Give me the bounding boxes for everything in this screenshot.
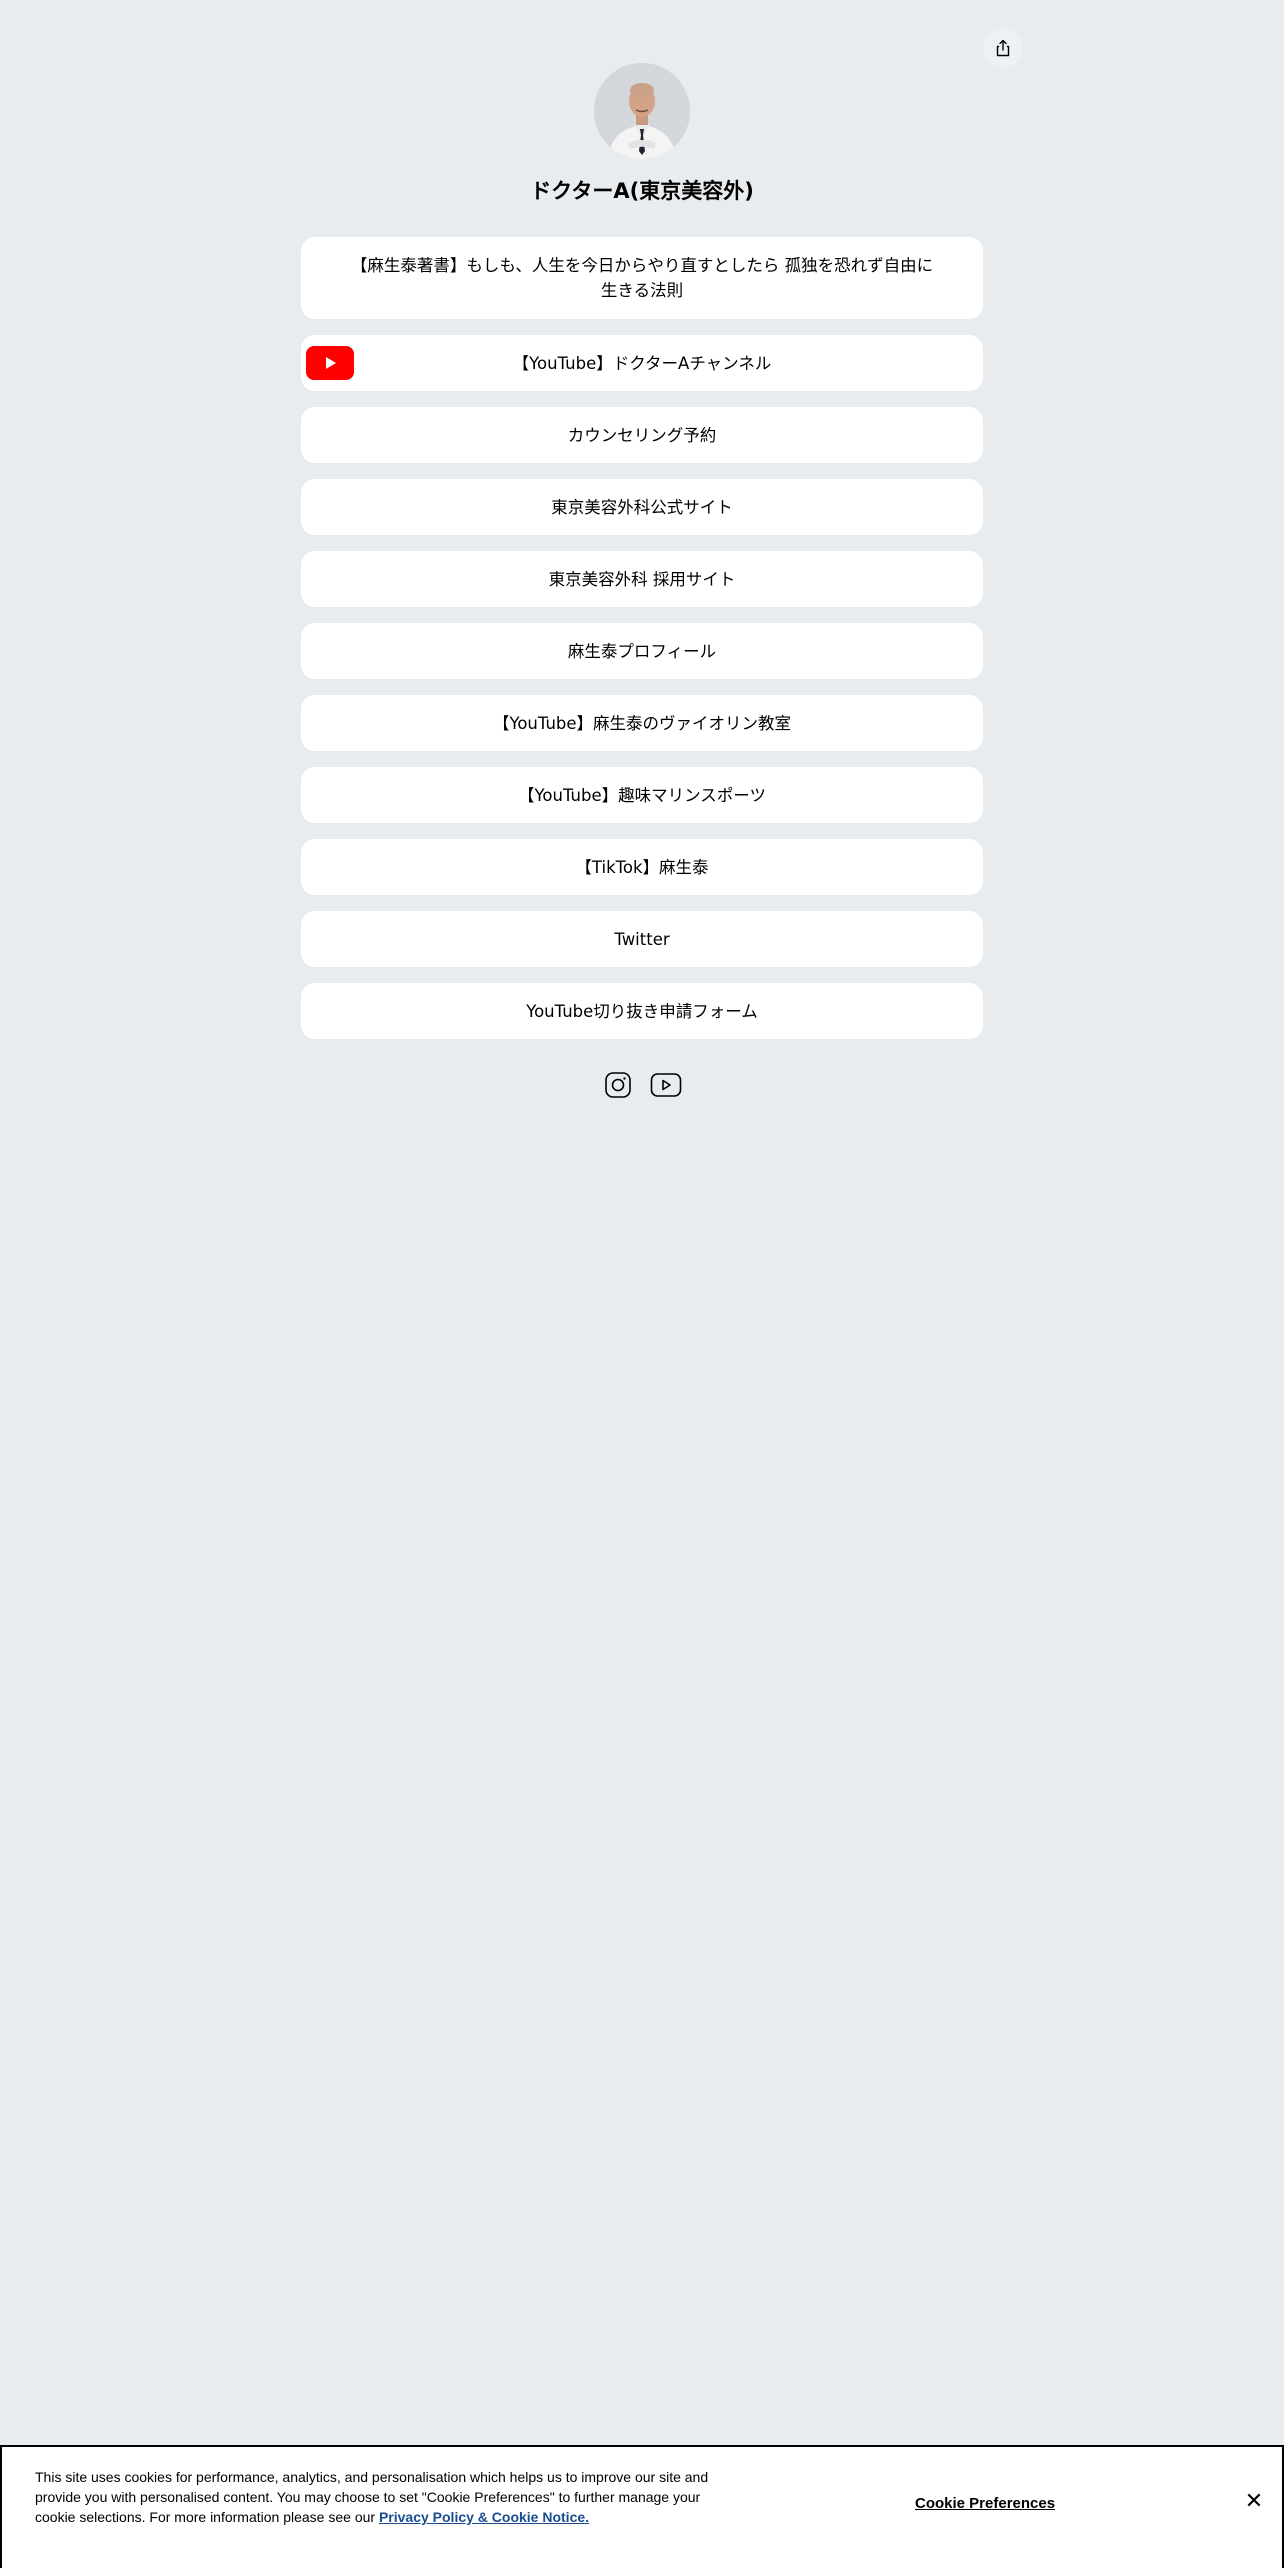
doctor-portrait: [594, 63, 690, 159]
link-label: 【麻生泰著書】もしも、人生を今日からやり直すとしたら 孤独を恐れず自由に生きる法…: [350, 256, 934, 300]
link-clip-form[interactable]: YouTube切り抜き申請フォーム: [301, 983, 983, 1039]
instagram-icon[interactable]: [602, 1068, 634, 1102]
link-twitter[interactable]: Twitter: [301, 911, 983, 967]
link-label: 【YouTube】趣味マリンスポーツ: [518, 785, 766, 805]
link-label: 東京美容外科公式サイト: [551, 497, 733, 517]
privacy-policy-link[interactable]: Privacy Policy & Cookie Notice.: [379, 2509, 589, 2525]
link-label: 東京美容外科 採用サイト: [548, 569, 736, 589]
link-list: 【麻生泰著書】もしも、人生を今日からやり直すとしたら 孤独を恐れず自由に生きる法…: [301, 237, 983, 1055]
share-icon: [996, 39, 1010, 57]
link-counseling[interactable]: カウンセリング予約: [301, 407, 983, 463]
link-label: 【YouTube】麻生泰のヴァイオリン教室: [492, 713, 792, 733]
social-icons: [0, 1068, 1284, 1102]
cookie-banner: This site uses cookies for performance, …: [0, 2445, 1284, 2568]
share-button[interactable]: [983, 28, 1023, 68]
link-violin[interactable]: 【YouTube】麻生泰のヴァイオリン教室: [301, 695, 983, 751]
link-book[interactable]: 【麻生泰著書】もしも、人生を今日からやり直すとしたら 孤独を恐れず自由に生きる法…: [301, 237, 983, 319]
youtube-icon[interactable]: [650, 1068, 682, 1102]
link-label: カウンセリング予約: [567, 425, 717, 445]
link-label: 麻生泰プロフィール: [567, 641, 717, 661]
cookie-preferences-button[interactable]: Cookie Preferences: [915, 2495, 1055, 2512]
avatar: [594, 63, 690, 159]
link-profile[interactable]: 麻生泰プロフィール: [301, 623, 983, 679]
youtube-logo-icon: [306, 346, 354, 380]
link-label: 【TikTok】麻生泰: [575, 857, 709, 877]
link-tiktok[interactable]: 【TikTok】麻生泰: [301, 839, 983, 895]
link-label: 【YouTube】ドクターAチャンネル: [512, 353, 772, 373]
cookie-text: This site uses cookies for performance, …: [35, 2467, 715, 2527]
link-recruit-site[interactable]: 東京美容外科 採用サイト: [301, 551, 983, 607]
link-label: Twitter: [614, 929, 670, 949]
link-official-site[interactable]: 東京美容外科公式サイト: [301, 479, 983, 535]
link-label: YouTube切り抜き申請フォーム: [526, 1001, 758, 1021]
link-marine-sports[interactable]: 【YouTube】趣味マリンスポーツ: [301, 767, 983, 823]
page-title: ドクターA(東京美容外): [530, 179, 754, 203]
link-youtube-channel[interactable]: 【YouTube】ドクターAチャンネル: [301, 335, 983, 391]
cookie-message: This site uses cookies for performance, …: [35, 2469, 709, 2525]
close-icon[interactable]: ✕: [1240, 2487, 1268, 2515]
